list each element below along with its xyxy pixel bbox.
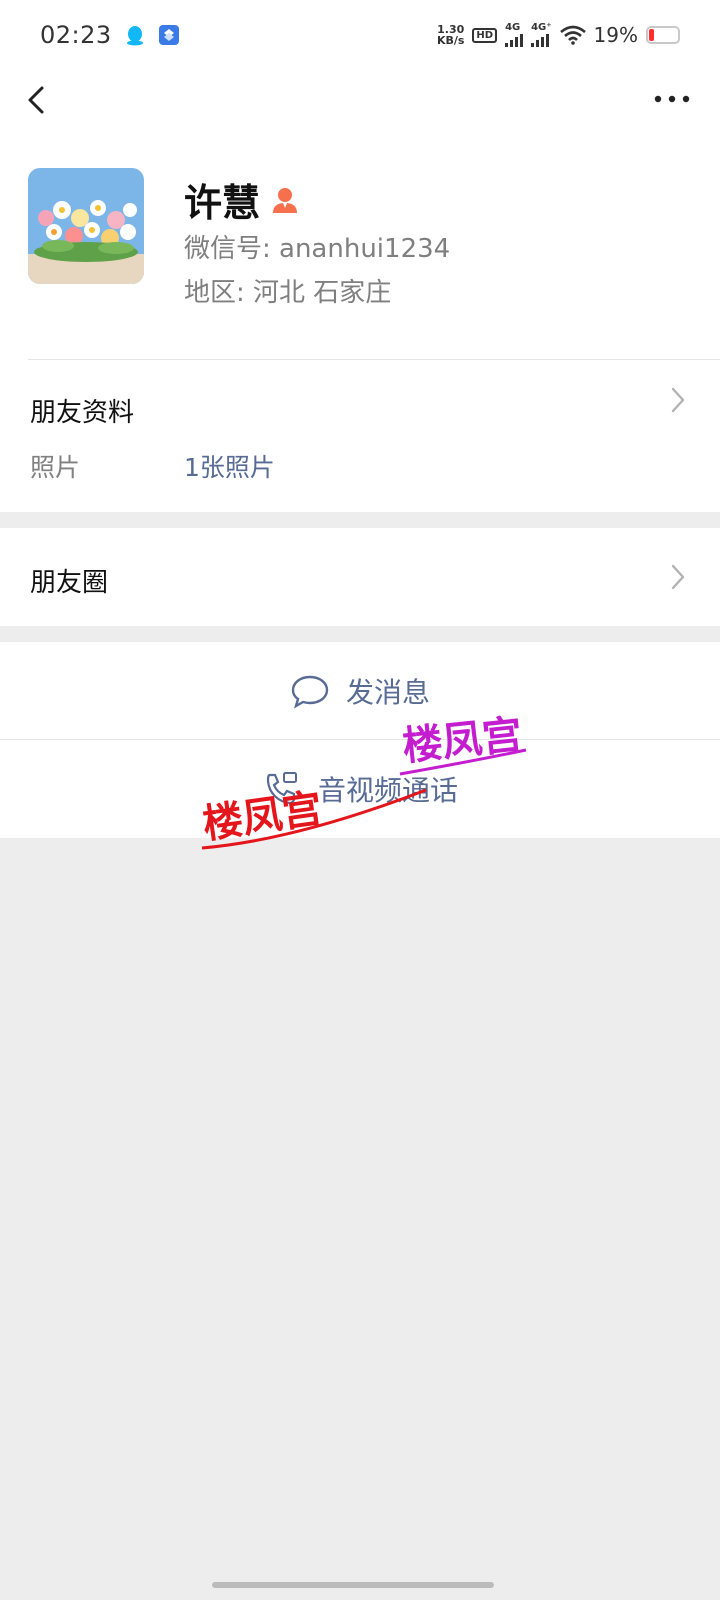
photo-label: 照片 — [30, 453, 81, 482]
back-icon[interactable] — [22, 80, 52, 120]
friend-info-row[interactable]: 朋友资料 照片 1张照片 — [0, 360, 720, 512]
network-1-label: 4G — [505, 22, 521, 33]
contact-name: 许慧 — [184, 181, 261, 225]
wechat-id: 微信号: ananhui1234 — [184, 234, 451, 264]
avatar-flowers-image — [28, 168, 144, 284]
av-call-label: 音视频通话 — [317, 774, 458, 807]
home-indicator[interactable] — [212, 1582, 494, 1588]
moments-row[interactable]: 朋友圈 — [0, 528, 720, 626]
hd-badge: HD — [472, 27, 498, 43]
network-2-label: 4G⁺ — [531, 22, 552, 33]
battery-icon — [646, 26, 680, 44]
moments-title: 朋友圈 — [30, 568, 109, 598]
actions-panel: 发消息 音视频通话 — [0, 642, 720, 838]
phone-video-icon — [266, 772, 297, 805]
avatar[interactable] — [28, 168, 144, 284]
nav-bar — [0, 70, 720, 128]
status-left: 02:23 — [40, 21, 180, 49]
send-message-button[interactable]: 发消息 — [0, 642, 720, 740]
net-speed: 1.30 KB/s — [437, 24, 464, 46]
friend-info-title: 朋友资料 — [30, 398, 135, 428]
name-row: 许慧 — [184, 172, 300, 227]
screen: 02:23 1.30 KB/s HD 4G 4G⁺ 19% 许慧 微信号: an… — [0, 0, 720, 1600]
more-icon[interactable] — [652, 84, 692, 114]
signal-2: 4G⁺ — [531, 22, 552, 47]
chat-bubble-icon — [291, 675, 329, 709]
wifi-icon — [559, 25, 586, 45]
battery-percent: 19% — [593, 23, 638, 47]
signal-1: 4G — [505, 22, 524, 47]
signal-bars-icon — [505, 33, 524, 47]
photo-count[interactable]: 1张照片 — [184, 448, 275, 484]
status-right: 1.30 KB/s HD 4G 4G⁺ 19% — [437, 23, 680, 47]
profile-header: 许慧 微信号: ananhui1234 地区: 河北 石家庄 — [0, 128, 720, 360]
status-time: 02:23 — [40, 21, 112, 49]
chevron-right-icon — [671, 387, 685, 413]
signal-bars-icon — [531, 33, 550, 47]
chevron-right-icon — [671, 564, 685, 590]
net-speed-unit: KB/s — [436, 34, 465, 47]
female-user-icon — [273, 187, 298, 213]
status-bar: 02:23 1.30 KB/s HD 4G 4G⁺ 19% — [0, 0, 720, 70]
send-message-label: 发消息 — [345, 676, 430, 709]
battery-fill — [649, 29, 654, 41]
region: 地区: 河北 石家庄 — [184, 278, 392, 308]
app-icon — [158, 25, 179, 45]
av-call-button[interactable]: 音视频通话 — [0, 740, 720, 838]
qq-icon — [126, 26, 143, 46]
